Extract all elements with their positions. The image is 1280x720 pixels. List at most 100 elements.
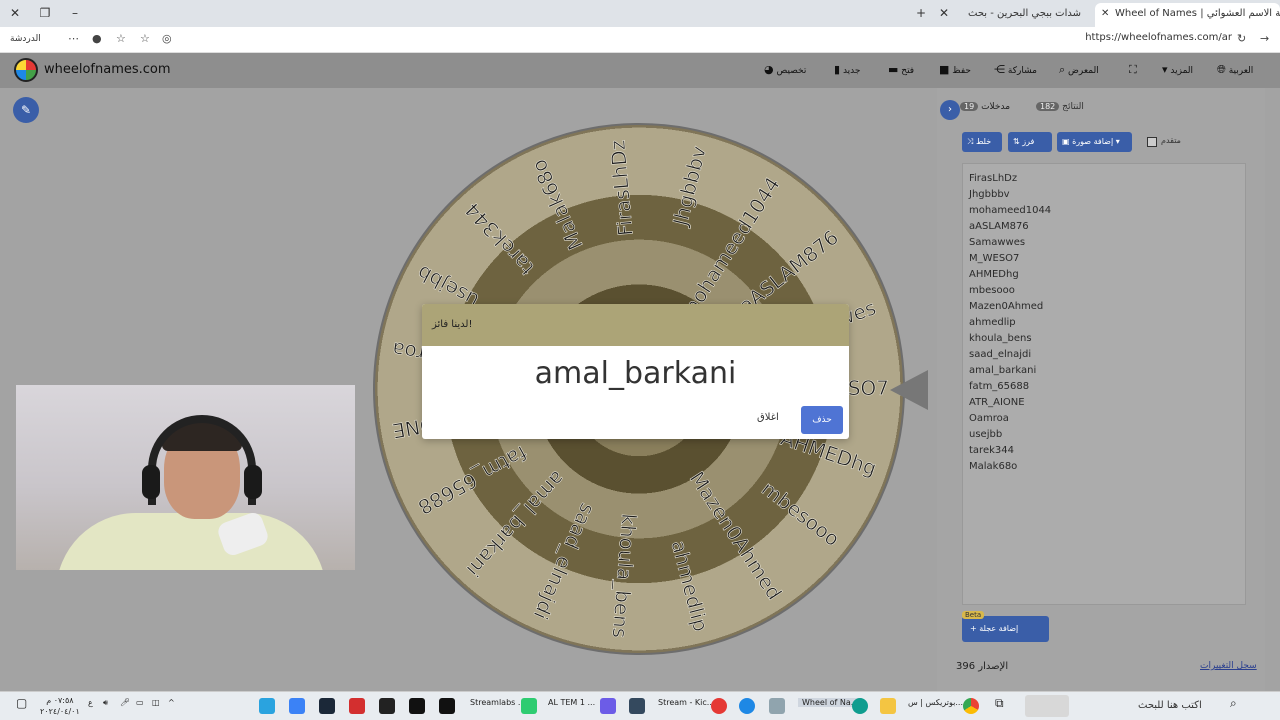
more-icon[interactable]: ⋯ [68, 32, 79, 45]
tab-close-icon[interactable]: ✕ [1101, 3, 1109, 25]
url-field[interactable]: https://wheelofnames.com/ar [1085, 32, 1232, 43]
app-red-icon[interactable] [349, 698, 365, 714]
mic-icon[interactable]: 🎤︎ [120, 698, 130, 707]
opera-icon[interactable] [711, 698, 727, 714]
wheel-logo-icon[interactable] [14, 58, 38, 82]
search-icon[interactable]: ⌕ [1230, 696, 1237, 711]
gallery-menu[interactable]: ⌕ المعرض [1055, 63, 1099, 77]
new-tab-icon[interactable]: + [910, 4, 932, 22]
taskbar-chrome-window[interactable]: بوتريكس | س... [908, 698, 963, 707]
back-icon[interactable]: → [1260, 32, 1269, 45]
advanced-checkbox[interactable] [1147, 137, 1157, 147]
chrome-icon[interactable] [963, 698, 979, 714]
headset-left-ear [142, 465, 160, 499]
clock[interactable]: ٠٧:٥٨ م ٢٠٢٤/٠٤/٠١ [40, 695, 80, 717]
steam-icon[interactable] [319, 698, 335, 714]
edit-pencil-icon[interactable]: ✎ [13, 97, 39, 123]
wheel-segment-label: tarek344 [460, 198, 539, 280]
task-view-icon[interactable]: ⧉ [995, 696, 1004, 711]
telegram-icon[interactable] [259, 698, 275, 714]
tab-entries[interactable]: 19 مدخلات [957, 102, 1010, 112]
webcam-feed [16, 385, 355, 570]
winner-dialog-header [422, 304, 849, 346]
browser-tab-bar: ✕ ❐ – + شدات ببجي البحرين - بحث ✕ ✕ Whee… [0, 0, 1280, 27]
tab-wheel-of-names[interactable]: ✕ Wheel of Names | عجلة الاسم العشوائي [1095, 3, 1280, 27]
show-hidden-icon[interactable]: ^ [168, 698, 175, 707]
wheel-segment-label: Malak68o [527, 156, 588, 254]
wheel-pointer-icon [890, 370, 928, 410]
capcut-icon[interactable] [379, 698, 395, 714]
restore-window-icon[interactable]: ❐ [34, 4, 56, 22]
minimize-window-icon[interactable]: – [64, 4, 86, 22]
add-wheel-button[interactable]: + إضافة عجلة [962, 616, 1049, 642]
share-icon: ⋲ [994, 63, 1005, 76]
app-gray-icon[interactable] [769, 698, 785, 714]
changelog-link[interactable]: سجل التغييرات [1200, 661, 1257, 671]
file-explorer-icon[interactable] [880, 698, 896, 714]
volume-icon[interactable]: 🔊︎ [103, 698, 108, 708]
zebra-widget-icon[interactable] [1025, 695, 1069, 717]
remove-button[interactable]: حذف [801, 406, 843, 434]
save-menu[interactable]: ■ حفظ [935, 63, 971, 76]
more-menu[interactable]: ▾ المزيد [1158, 63, 1193, 76]
taskbar-search[interactable]: اكتب هنا للبحث [1138, 700, 1202, 711]
taskbar-al-tem[interactable]: AL TEM 1 ... [548, 698, 595, 707]
wheel-segment-label: khoula_bens [608, 513, 642, 640]
tab-results[interactable]: 182 النتائج [1033, 102, 1084, 112]
entry-item: FirasLhDz [969, 173, 1018, 184]
edge-icon[interactable] [852, 698, 868, 714]
star-icon[interactable]: ☆ [140, 32, 150, 45]
notifications-icon[interactable]: ▢ [16, 696, 27, 710]
add-image-button[interactable]: ▣ إضافة صورة ▾ [1057, 132, 1132, 152]
language-menu[interactable]: 🌐︎ العربية [1213, 63, 1253, 77]
entry-item: Samawwes [969, 237, 1026, 248]
add-image-label: إضافة صورة [1072, 137, 1114, 146]
sort-label: فرز [1022, 137, 1035, 146]
wheel-segment-label: Jhgbbbv [668, 143, 711, 230]
favorites-icon[interactable]: ☆ [116, 32, 126, 45]
network-icon[interactable]: ◫ [152, 698, 160, 707]
add-wheel-label: إضافة عجلة [979, 624, 1019, 633]
display-icon[interactable]: ▭ [136, 698, 144, 707]
tab-search-close-icon[interactable]: ✕ [933, 4, 955, 22]
entry-item: AHMEDhg [969, 269, 1019, 280]
save-icon: ■ [939, 63, 950, 76]
entries-count-badge: 19 [960, 102, 979, 111]
folder-icon: ▬ [888, 63, 899, 76]
version-number: 396 [956, 661, 976, 672]
fullscreen-button[interactable]: ⛶ [1125, 63, 1137, 77]
winner-name: amal_barkani [534, 356, 737, 391]
streamlabs-icon[interactable] [521, 698, 537, 714]
sort-button[interactable]: ⇅ فرز [1008, 132, 1052, 152]
share-menu[interactable]: ⋲ مشاركة [990, 63, 1037, 76]
chat-label[interactable]: الدردشة [10, 34, 41, 44]
site-name[interactable]: wheelofnames.com [44, 62, 171, 77]
app-blue-icon[interactable] [739, 698, 755, 714]
taskbar-streamlabs[interactable]: Streamlabs ... [470, 698, 526, 707]
entries-tab-label: مدخلات [981, 102, 1011, 112]
capcut2-icon[interactable] [409, 698, 425, 714]
profile-icon[interactable]: ● [92, 32, 102, 45]
close-window-icon[interactable]: ✕ [4, 4, 26, 22]
tiktok-icon[interactable] [439, 698, 455, 714]
close-button[interactable]: اغلاق [757, 412, 779, 423]
customize-menu[interactable]: ◕ تخصيص [760, 63, 806, 76]
app-store-icon[interactable] [289, 698, 305, 714]
person-shirt [56, 513, 326, 570]
shuffle-button[interactable]: ⤨ خلط [962, 132, 1002, 152]
refresh-icon[interactable]: ↻ [1237, 32, 1246, 45]
language-indicator[interactable]: ع [88, 698, 93, 707]
wheel-segment-label: saad_elnajdi [529, 500, 600, 624]
entry-item: mohameed1044 [969, 205, 1052, 216]
open-menu[interactable]: ▬ فتح [884, 63, 914, 76]
read-aloud-icon[interactable]: ◎ [162, 32, 172, 45]
entries-panel: › 19 مدخلات 182 النتائج ⤨ خلط ⇅ فرز ▣ إض… [937, 88, 1265, 691]
app-doc-icon[interactable] [629, 698, 645, 714]
palette-icon: ◕ [764, 63, 774, 76]
entries-textarea[interactable]: FirasLhDz Jhgbbbv mohameed1044 aASLAM876 Sam… [962, 163, 1246, 605]
tab-search[interactable]: شدات ببجي البحرين - بحث [960, 3, 1095, 27]
new-menu[interactable]: ▮ جديد [830, 63, 860, 76]
app-purple-icon[interactable] [600, 698, 616, 714]
headset [148, 415, 256, 505]
taskbar-kick[interactable]: Stream - Kic... [658, 698, 714, 707]
